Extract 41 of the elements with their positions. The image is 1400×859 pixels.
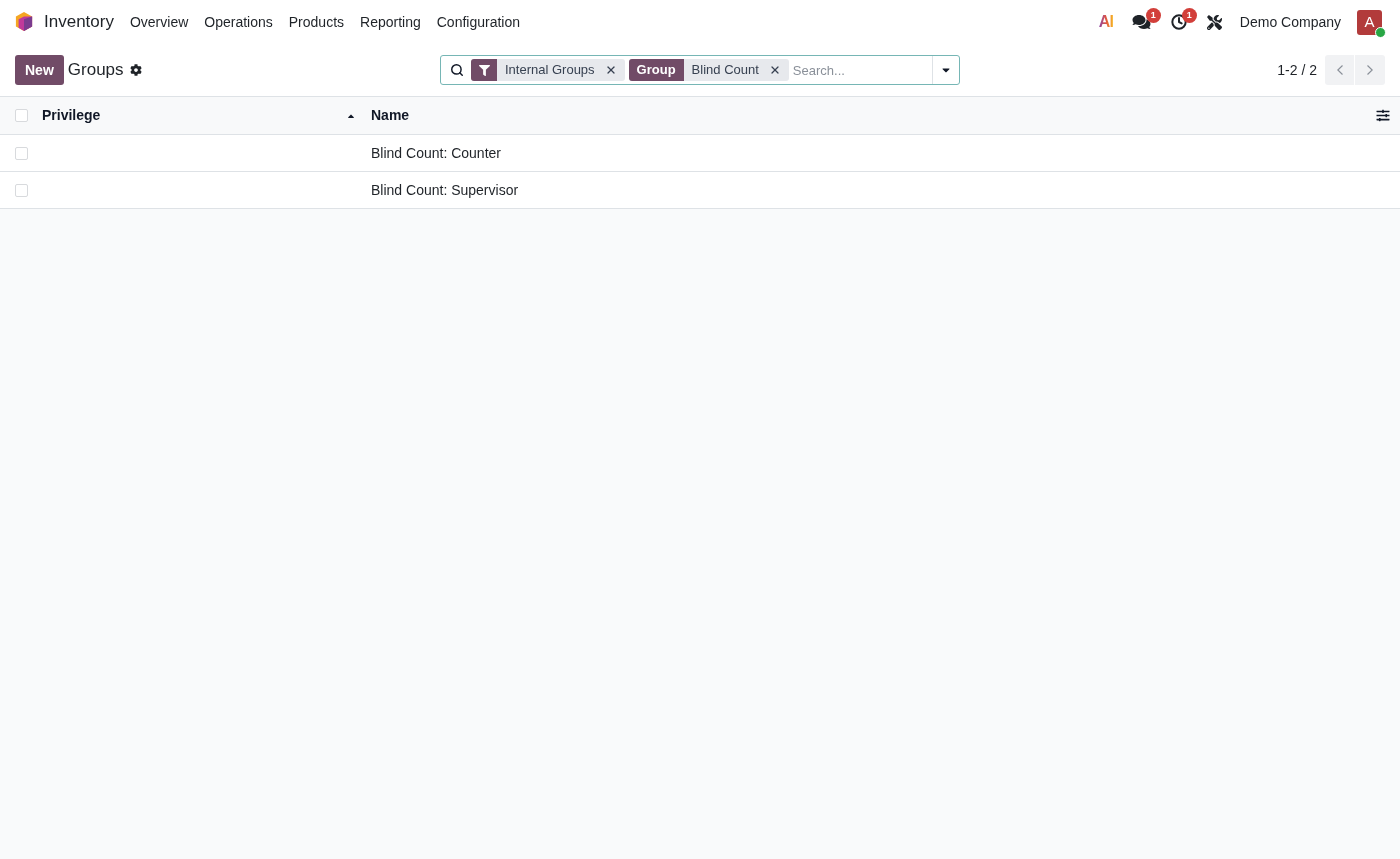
search-facet[interactable]: Group Blind Count: [628, 59, 789, 81]
filter-icon: [478, 64, 490, 76]
clock-icon: [1170, 14, 1187, 30]
search-input[interactable]: Search...: [792, 56, 932, 84]
page-title: Groups: [67, 59, 124, 82]
facet-value: Internal Groups: [504, 61, 596, 80]
checkbox[interactable]: [15, 183, 28, 197]
table-cell: Blind Count: Counter: [371, 145, 501, 161]
chevron-right-icon: [1367, 65, 1373, 75]
menu-item[interactable]: Reporting: [352, 7, 429, 37]
app-logo-icon[interactable]: [15, 12, 33, 32]
chevron-left-icon: [1336, 65, 1343, 75]
chat-icon: [1131, 14, 1151, 30]
menu-item[interactable]: Products: [280, 7, 353, 37]
new-button[interactable]: New: [15, 55, 64, 85]
menu-item[interactable]: Configuration: [428, 7, 528, 37]
column-header[interactable]: Privilege: [42, 105, 101, 126]
tools-icon: [1206, 14, 1222, 30]
checkbox[interactable]: [15, 146, 28, 160]
count-badge: 1: [1145, 8, 1161, 23]
messages-button[interactable]: 1: [1123, 7, 1159, 37]
pager-value[interactable]: 1-2 / 2: [1277, 59, 1317, 81]
activities-button[interactable]: 1: [1162, 7, 1195, 37]
checkbox[interactable]: [15, 109, 28, 122]
facet-label: Group: [628, 59, 684, 81]
count-badge: 1: [1181, 8, 1197, 23]
menu-item[interactable]: Operations: [196, 7, 281, 37]
app-name[interactable]: Inventory: [44, 9, 114, 35]
facet-value: Blind Count: [690, 61, 760, 80]
search-icon: [450, 63, 464, 77]
table-row[interactable]: Blind Count: Counter: [0, 135, 1400, 172]
settings-icon[interactable]: [129, 64, 142, 76]
search-facet[interactable]: Internal Groups: [471, 59, 625, 81]
ai-button[interactable]: AI: [1091, 7, 1120, 37]
sliders-icon[interactable]: [1376, 109, 1390, 122]
user-avatar[interactable]: A: [1357, 9, 1382, 35]
table-cell: Blind Count: Supervisor: [371, 182, 519, 198]
company-switcher[interactable]: Demo Company: [1235, 7, 1345, 37]
column-header[interactable]: Name: [371, 105, 410, 126]
table-row[interactable]: Blind Count: Supervisor: [0, 172, 1400, 209]
menu-item[interactable]: Overview: [121, 7, 197, 37]
